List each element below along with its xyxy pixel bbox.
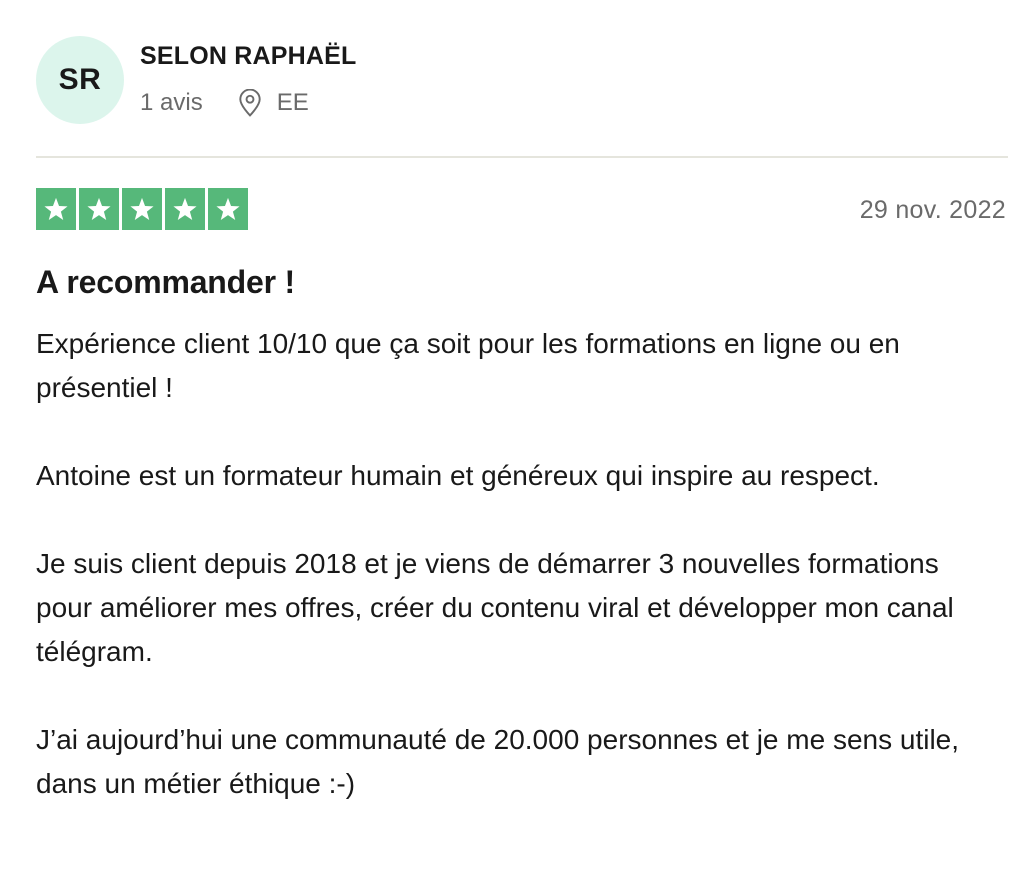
reviewer-meta: 1 avis EE <box>140 89 357 117</box>
star-icon <box>165 188 205 230</box>
review-paragraph: Je suis client depuis 2018 et je viens d… <box>36 548 954 667</box>
review-date: 29 nov. 2022 <box>859 196 1006 224</box>
star-icon <box>36 188 76 230</box>
review-paragraph: Expérience client 10/10 que ça soit pour… <box>36 328 900 403</box>
review-card: SR SELON RAPHAËL 1 avis EE 29 nov. 2022 … <box>0 0 1036 878</box>
star-icon <box>208 188 248 230</box>
reviewer-info: SELON RAPHAËL 1 avis EE <box>140 36 357 117</box>
review-paragraph: Antoine est un formateur humain et génér… <box>36 460 880 491</box>
reviewer-header[interactable]: SR SELON RAPHAËL 1 avis EE <box>36 36 357 124</box>
avatar[interactable]: SR <box>36 36 124 124</box>
avatar-initials: SR <box>58 63 102 96</box>
star-icon <box>122 188 162 230</box>
review-title[interactable]: A recommander ! <box>36 264 295 301</box>
reviewer-country: EE <box>276 89 309 116</box>
review-paragraph: J’ai aujourd’hui une communauté de 20.00… <box>36 724 960 799</box>
reviewer-name[interactable]: SELON RAPHAËL <box>140 42 357 71</box>
divider <box>36 156 1008 158</box>
star-rating <box>36 188 251 230</box>
review-body: Expérience client 10/10 que ça soit pour… <box>36 322 996 806</box>
location-pin-icon <box>237 89 263 117</box>
review-count: 1 avis <box>140 89 203 116</box>
star-icon <box>79 188 119 230</box>
